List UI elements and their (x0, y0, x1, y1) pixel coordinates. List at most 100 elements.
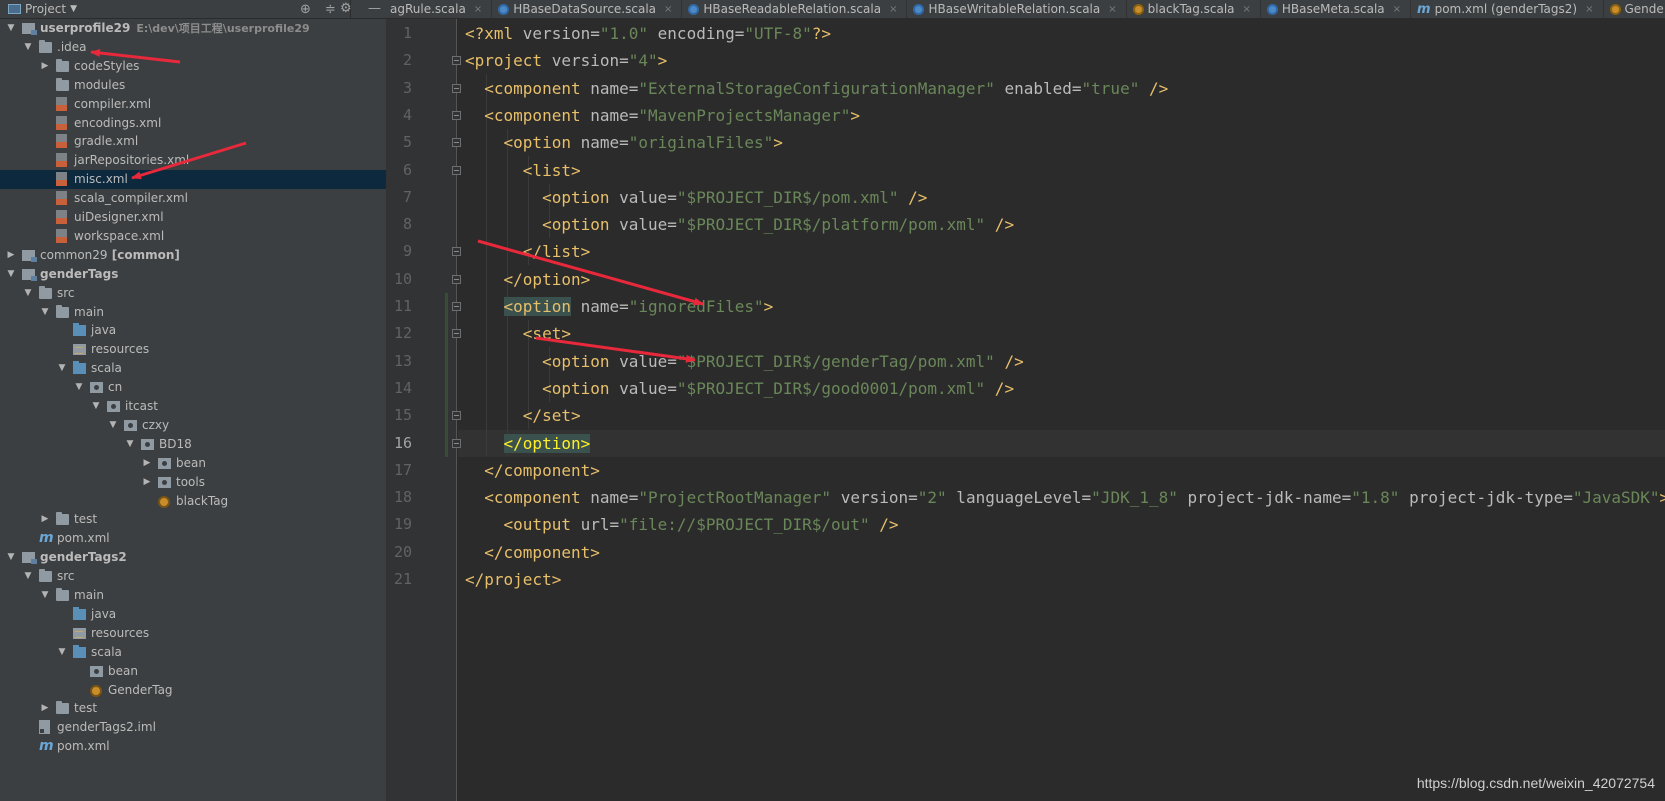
code-line[interactable]: <component name="ExternalStorageConfigur… (465, 75, 1168, 102)
close-icon[interactable]: × (1585, 4, 1593, 15)
tree-item[interactable]: ▼ .idea (0, 38, 386, 57)
code-line[interactable]: <component name="MavenProjectsManager"> (465, 102, 860, 129)
locate-icon[interactable]: ⊕ (300, 2, 311, 17)
fold-toggle-icon[interactable] (452, 411, 461, 421)
tree-item[interactable]: java (0, 321, 386, 340)
tree-item[interactable]: java (0, 605, 386, 624)
line-number[interactable]: 3 (387, 75, 412, 102)
tree-item[interactable]: ▶ test (0, 699, 386, 718)
line-number[interactable]: 5 (387, 129, 412, 156)
chevron-right-icon[interactable]: ▶ (142, 454, 152, 473)
tree-item[interactable]: ▼ BD18 (0, 435, 386, 454)
tree-item[interactable]: modules (0, 76, 386, 95)
tree-item[interactable]: ▼ itcast (0, 397, 386, 416)
tree-item[interactable]: gradle.xml (0, 132, 386, 151)
tree-item[interactable]: bean (0, 662, 386, 681)
line-number[interactable]: 10 (387, 266, 412, 293)
editor-tab[interactable]: blackTag.scala × (1125, 0, 1260, 18)
chevron-down-icon[interactable]: ▼ (6, 19, 16, 38)
code-line[interactable]: <option value="$PROJECT_DIR$/pom.xml" /> (465, 184, 927, 211)
editor-tab[interactable]: Gende (1602, 0, 1665, 18)
tree-item[interactable]: GenderTag (0, 681, 386, 700)
line-number[interactable]: 12 (387, 320, 412, 347)
tree-item[interactable]: resources (0, 624, 386, 643)
tree-item[interactable]: scala_compiler.xml (0, 189, 386, 208)
line-number[interactable]: 2 (387, 47, 412, 74)
tree-item[interactable]: ▶ tools (0, 473, 386, 492)
chevron-down-icon[interactable]: ▼ (91, 397, 101, 416)
chevron-down-icon[interactable]: ▼ (40, 303, 50, 322)
code-line[interactable]: </component> (465, 457, 600, 484)
tree-item[interactable]: genderTags2.iml (0, 718, 386, 737)
tree-item[interactable]: ▶ test (0, 510, 386, 529)
tree-item[interactable]: ▼ src (0, 284, 386, 303)
tree-item[interactable]: ▼ genderTags2 (0, 548, 386, 567)
chevron-down-icon[interactable]: ▼ (40, 586, 50, 605)
close-icon[interactable]: × (889, 4, 897, 15)
line-number[interactable]: 21 (387, 566, 412, 593)
chevron-down-icon[interactable]: ▼ (6, 265, 16, 284)
hide-icon[interactable]: — (368, 0, 381, 18)
code-line[interactable]: <?xml version="1.0" encoding="UTF-8"?> (465, 20, 831, 47)
chevron-down-icon[interactable]: ▼ (23, 567, 33, 586)
chevron-down-icon[interactable]: ▼ (108, 416, 118, 435)
line-number[interactable]: 14 (387, 375, 412, 402)
code-line[interactable]: <option value="$PROJECT_DIR$/good0001/po… (465, 375, 1014, 402)
line-number[interactable]: 6 (387, 157, 412, 184)
chevron-right-icon[interactable]: ▶ (142, 473, 152, 492)
chevron-down-icon[interactable]: ▼ (57, 643, 67, 662)
tree-item[interactable]: encodings.xml (0, 114, 386, 133)
fold-toggle-icon[interactable] (452, 274, 461, 284)
editor-tab[interactable]: HBaseReadableRelation.scala × (681, 0, 906, 18)
line-number[interactable]: 19 (387, 511, 412, 538)
chevron-down-icon[interactable]: ▼ (23, 284, 33, 303)
tree-item[interactable]: ▶ bean (0, 454, 386, 473)
tree-item[interactable]: resources (0, 340, 386, 359)
line-number[interactable]: 13 (387, 348, 412, 375)
tree-item[interactable]: ▼ cn (0, 378, 386, 397)
fold-toggle-icon[interactable] (452, 302, 461, 311)
tree-item[interactable]: misc.xml (0, 170, 386, 190)
tree-item[interactable]: compiler.xml (0, 95, 386, 114)
close-icon[interactable]: × (1393, 4, 1401, 15)
fold-toggle-icon[interactable] (452, 329, 461, 339)
tree-item[interactable]: workspace.xml (0, 227, 386, 246)
line-number[interactable]: 16 (387, 430, 412, 457)
close-icon[interactable]: × (1243, 4, 1251, 15)
fold-toggle-icon[interactable] (452, 83, 461, 93)
code-line[interactable]: <output url="file://$PROJECT_DIR$/out" /… (465, 511, 899, 538)
editor-tab[interactable]: m pom.xml (genderTags2) × (1410, 0, 1602, 18)
tree-item[interactable]: blackTag (0, 492, 386, 511)
chevron-down-icon[interactable]: ▼ (6, 548, 16, 567)
editor-tab[interactable]: HBaseMeta.scala × (1259, 0, 1410, 18)
tree-item[interactable]: uiDesigner.xml (0, 208, 386, 227)
code-line[interactable]: <component name="ProjectRootManager" ver… (465, 484, 1665, 511)
chevron-down-icon[interactable]: ▼ (57, 359, 67, 378)
line-number[interactable]: 18 (387, 484, 412, 511)
code-line[interactable]: </option> (465, 430, 591, 457)
line-number[interactable]: 17 (387, 457, 412, 484)
tree-item[interactable]: ▼ scala (0, 643, 386, 662)
line-number[interactable]: 20 (387, 539, 412, 566)
tree-item[interactable]: jarRepositories.xml (0, 151, 386, 170)
code-line[interactable]: </component> (465, 539, 600, 566)
code-line[interactable]: <option value="$PROJECT_DIR$/genderTag/p… (465, 348, 1024, 375)
close-icon[interactable]: × (664, 4, 672, 15)
line-number[interactable]: 11 (387, 293, 412, 320)
fold-toggle-icon[interactable] (452, 56, 461, 66)
fold-toggle-icon[interactable] (452, 247, 461, 257)
tree-item[interactable]: ▼ czxy (0, 416, 386, 435)
line-number[interactable]: 4 (387, 102, 412, 129)
editor-tab[interactable]: agRule.scala × (388, 0, 491, 18)
project-view-dropdown[interactable]: Project ▼ (0, 0, 77, 18)
collapse-all-icon[interactable]: ≑ (325, 2, 336, 17)
tree-item[interactable]: ▼ main (0, 303, 386, 322)
line-number[interactable]: 1 (387, 20, 412, 47)
gear-icon[interactable]: ⚙ (340, 0, 352, 18)
chevron-right-icon[interactable]: ▶ (40, 57, 50, 76)
tree-item[interactable]: ▼ scala (0, 359, 386, 378)
line-number[interactable]: 15 (387, 402, 412, 429)
editor-tab[interactable]: HBaseWritableRelation.scala × (906, 0, 1125, 18)
code-line[interactable]: <option name="originalFiles"> (465, 129, 783, 156)
tree-item[interactable]: ▼ genderTags (0, 265, 386, 284)
